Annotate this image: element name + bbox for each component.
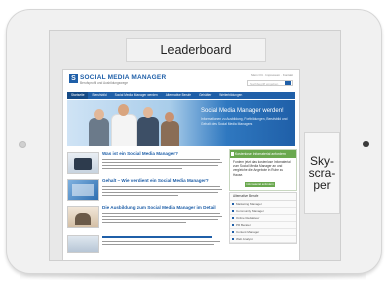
nav-item-berufsbild[interactable]: Berufsbild	[88, 92, 110, 99]
article-thumbnail	[67, 206, 99, 228]
nav-item-alternative[interactable]: Alternative Berufe	[162, 92, 195, 99]
logo-mark-icon: S	[69, 74, 78, 83]
list-item[interactable]: PR Berater	[230, 222, 296, 229]
hero-people-image	[81, 104, 181, 146]
tablet-screen: Leaderboard S SOCIAL MEDIA MANAGER Beruf…	[49, 30, 341, 261]
list-item[interactable]: Community Manager	[230, 208, 296, 215]
infomaterial-button[interactable]: Infomaterial anfordern	[245, 182, 275, 187]
list-item[interactable]: Online Redakteur	[230, 215, 296, 222]
website-page: S SOCIAL MEDIA MANAGER Berufsprofil und …	[62, 69, 300, 260]
infomaterial-box: Kostenlose Infomaterial anfordern Forder…	[229, 149, 297, 191]
top-links[interactable]: Mein Ort · Impressum · Kontakt	[251, 73, 293, 77]
main-nav: Startseite Berufsbild Social Media Manag…	[67, 92, 295, 99]
nav-item-werden[interactable]: Social Media Manager werden	[111, 92, 162, 99]
article-item[interactable]: Was ist ein Social Media Manager?	[67, 150, 225, 176]
article-title[interactable]: Was ist ein Social Media Manager?	[102, 151, 178, 156]
home-button-icon[interactable]	[363, 141, 369, 147]
article-title[interactable]: Die Ausbildung zum Social Media Manager …	[102, 205, 216, 210]
logo-subtitle: Berufsprofil und Ausbildungswege	[80, 81, 129, 85]
article-thumbnail	[67, 179, 99, 201]
search-icon[interactable]	[285, 81, 291, 85]
article-thumbnail	[67, 235, 99, 253]
article-item[interactable]	[67, 233, 225, 253]
search-input[interactable]: Suchbegriff eingeben	[247, 80, 293, 86]
site-logo[interactable]: S SOCIAL MEDIA MANAGER Berufsprofil und …	[69, 74, 166, 85]
article-item[interactable]: Gehalt – Wie verdient ein Social Media M…	[67, 177, 225, 203]
list-item[interactable]: Web Analyst	[230, 236, 296, 243]
nav-item-startseite[interactable]: Startseite	[67, 92, 89, 99]
nav-item-weiterbildungen[interactable]: Weiterbildungen	[215, 92, 246, 99]
list-item[interactable]: Marketing Manager	[230, 201, 296, 208]
infomaterial-heading: Kostenlose Infomaterial anfordern	[230, 150, 296, 158]
article-title[interactable]: Gehalt – Wie verdient ein Social Media M…	[102, 178, 209, 183]
article-thumbnail	[67, 152, 99, 174]
skyscraper-ad[interactable]: Sky- scra- per	[304, 132, 340, 214]
nav-item-gehaelter[interactable]: Gehälter	[195, 92, 215, 99]
infomaterial-text: Fordern jetzt das kostenlose Infomateria…	[233, 160, 291, 177]
hero-banner[interactable]: Social Media Manager werden! Information…	[67, 100, 295, 146]
sidelist-heading: Alternative Berufe	[230, 193, 296, 201]
camera-icon	[19, 141, 26, 148]
logo-title: SOCIAL MEDIA MANAGER	[80, 74, 167, 81]
leaderboard-ad[interactable]: Leaderboard	[126, 38, 266, 62]
article-item[interactable]: Die Ausbildung zum Social Media Manager …	[67, 204, 225, 230]
alternative-berufe-list: Alternative Berufe Marketing Manager Com…	[229, 192, 297, 244]
list-item[interactable]: Content Manager	[230, 229, 296, 236]
hero-title: Social Media Manager werden!	[201, 108, 284, 114]
hero-text: Informationen zu Ausbildung, Fortbildung…	[201, 117, 288, 126]
